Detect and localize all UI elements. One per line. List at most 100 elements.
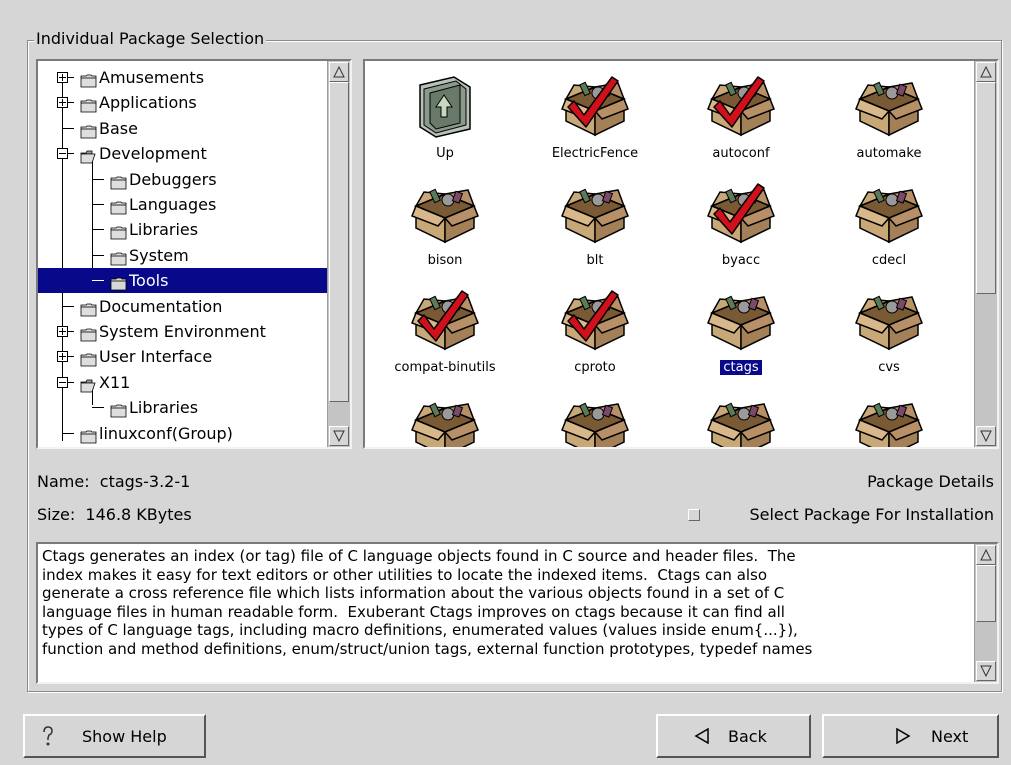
package-description[interactable]: Ctags generates an index (or tag) file o… <box>36 542 999 684</box>
package-label: ElectricFence <box>520 145 670 163</box>
tree-item[interactable]: Development <box>38 141 328 166</box>
tree-item-label: User Interface <box>99 347 213 367</box>
package-item-blt[interactable]: blt <box>520 172 670 282</box>
package-icon <box>854 180 924 246</box>
description-scroll-up-button[interactable] <box>976 545 996 565</box>
package-icon <box>560 180 630 246</box>
tree-item[interactable]: linuxconf(Group) <box>38 421 328 446</box>
package-item-cvs[interactable]: cvs <box>814 279 964 389</box>
package-item-autoconf[interactable]: autoconf <box>666 65 816 175</box>
tree-item-label: Development <box>99 144 207 164</box>
package-icon <box>560 394 630 447</box>
folder-icon <box>110 222 127 240</box>
package-item-cproto[interactable]: cproto <box>520 279 670 389</box>
select-package-checkbox[interactable] <box>688 509 700 521</box>
show-help-button[interactable]: Show Help <box>23 714 206 758</box>
tree-item[interactable]: Base <box>38 116 328 141</box>
package-label-text: automake <box>856 146 922 161</box>
tree-scrollbar[interactable] <box>327 61 350 447</box>
tree-scroll-thumb[interactable] <box>329 82 349 402</box>
expand-icon[interactable] <box>57 326 68 337</box>
packages-scrollbar[interactable] <box>974 61 997 447</box>
folder-icon <box>80 70 97 88</box>
scroll-down-icon <box>980 665 992 678</box>
description-line: function and method definitions, enum/st… <box>42 639 813 658</box>
next-arrow-icon <box>896 728 911 744</box>
next-button[interactable]: Next <box>822 714 999 758</box>
tree-item[interactable]: System <box>38 243 328 268</box>
package-label-text: ElectricFence <box>551 146 639 161</box>
scroll-down-icon <box>980 430 992 443</box>
description-scroll-thumb[interactable] <box>976 565 996 622</box>
package-label-text: cdecl <box>871 253 907 268</box>
tree-item[interactable]: Tools <box>38 268 328 294</box>
package-details-link[interactable]: Package Details <box>867 472 994 492</box>
package-label-text: bison <box>427 253 463 268</box>
tree-connector-line <box>92 407 104 409</box>
package-item-compat-binutils[interactable]: compat-binutils <box>370 279 520 389</box>
folder-open-icon <box>80 146 97 164</box>
folder-icon <box>110 172 127 189</box>
package-label: blt <box>520 252 670 270</box>
folder-open-icon <box>80 375 97 393</box>
tree-item-label: Amusements <box>99 68 205 87</box>
tree-connector-line <box>62 432 74 434</box>
tree-item[interactable]: System Environment <box>38 319 328 344</box>
tree-item[interactable]: User Interface <box>38 344 328 369</box>
package-item-automake[interactable]: automake <box>814 65 964 175</box>
tree-item[interactable]: X11 <box>38 370 328 395</box>
package-label-text: cvs <box>878 360 900 375</box>
package-icon <box>854 287 924 353</box>
package-checked-icon <box>560 73 630 139</box>
tree-item-label: Base <box>99 118 138 138</box>
packages-scroll-thumb[interactable] <box>976 82 996 294</box>
tree-item[interactable]: Languages <box>38 192 328 217</box>
package-item-up[interactable]: Up <box>370 65 520 175</box>
package-item-electricfence[interactable]: ElectricFence <box>520 65 670 175</box>
select-package-label[interactable]: Select Package For Installation <box>749 505 994 525</box>
back-button[interactable]: Back <box>656 714 811 758</box>
tree-connector-line <box>62 305 74 307</box>
description-scroll-down-button[interactable] <box>976 661 996 681</box>
tree-item[interactable]: Debuggers <box>38 167 328 192</box>
back-label: Back <box>728 727 767 746</box>
packages-scroll-up-button[interactable] <box>976 62 996 82</box>
package-label: ctags <box>666 359 816 377</box>
collapse-icon[interactable] <box>57 148 68 160</box>
tree-item[interactable]: Libraries <box>38 395 328 420</box>
tree-item[interactable]: Libraries <box>38 217 328 242</box>
package-item[interactable] <box>370 386 520 447</box>
expand-icon[interactable] <box>57 97 68 109</box>
expand-icon[interactable] <box>57 351 68 363</box>
package-item[interactable] <box>520 386 670 447</box>
tree-scroll-up-button[interactable] <box>329 62 349 82</box>
package-label-text: cproto <box>574 360 616 375</box>
tree-item[interactable]: Applications <box>38 90 328 115</box>
tree-connector-line <box>92 254 104 256</box>
expand-icon[interactable] <box>57 72 68 83</box>
packages-scroll-down-button[interactable] <box>976 426 996 446</box>
package-item[interactable] <box>666 386 816 447</box>
package-label-text: ctags <box>720 360 762 375</box>
package-item-byacc[interactable]: byacc <box>666 172 816 282</box>
package-item[interactable] <box>814 386 964 447</box>
size-value: 146.8 KBytes <box>85 505 192 524</box>
package-label: cproto <box>520 359 670 377</box>
package-item-ctags[interactable]: ctags <box>666 279 816 389</box>
tree-scroll-down-button[interactable] <box>329 426 349 446</box>
package-item-bison[interactable]: bison <box>370 172 520 282</box>
tree-item[interactable]: Amusements <box>38 65 328 90</box>
package-icon <box>854 394 924 447</box>
back-arrow-icon <box>694 728 709 744</box>
scroll-up-icon <box>980 65 992 78</box>
tree-item-label: Libraries <box>129 220 199 240</box>
scroll-down-icon <box>333 430 345 443</box>
tree-item-label: Libraries <box>129 398 199 418</box>
description-scrollbar[interactable] <box>974 544 997 682</box>
collapse-icon[interactable] <box>57 376 68 388</box>
group-tree[interactable]: Amusements Applications Base Development Deb… <box>36 59 352 449</box>
folder-icon <box>110 400 127 418</box>
tree-item[interactable]: Documentation <box>38 294 328 319</box>
package-item-cdecl[interactable]: cdecl <box>814 172 964 282</box>
package-icon-view[interactable]: Up ElectricFence autoconf automake bison blt b… <box>363 59 999 449</box>
